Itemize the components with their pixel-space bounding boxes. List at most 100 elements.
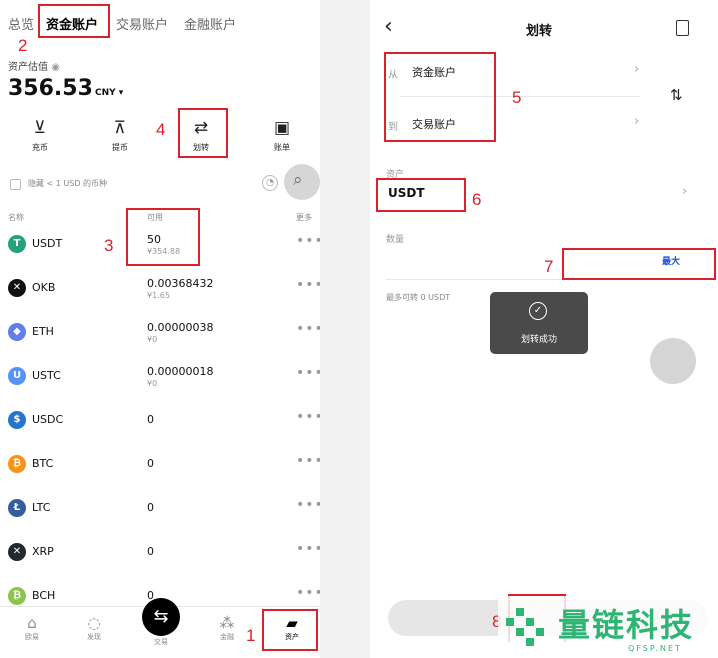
search-icon: ⌕ — [293, 170, 303, 190]
coin-icon: ✕ — [8, 279, 26, 297]
to-chevron-icon: › — [634, 114, 640, 129]
annotation-box-5 — [384, 52, 496, 142]
withdraw-button[interactable]: ⊼ 提币 — [90, 118, 150, 153]
coin-cny-value: ¥0 — [147, 335, 158, 344]
coin-symbol: XRP — [32, 545, 54, 558]
tab-finance-account[interactable]: 金融账户 — [184, 14, 236, 33]
max-transferable-text: 最多可转 0 USDT — [386, 293, 451, 302]
nav-home[interactable]: ⌂ 欧易 — [12, 614, 52, 642]
back-icon[interactable]: ‹ — [384, 14, 393, 39]
coin-available-amount: 0 — [147, 501, 154, 514]
quantity-label: 数量 — [386, 235, 405, 245]
watermark: 量链科技 QFSP.NET — [498, 596, 718, 658]
eye-icon[interactable]: ◉ — [51, 62, 60, 73]
nav-trade-label: 交易 — [154, 638, 168, 646]
coin-icon: Ł — [8, 499, 26, 517]
check-icon: ✓ — [529, 302, 547, 320]
coin-more-button[interactable]: ••• — [296, 277, 320, 293]
withdraw-label: 提币 — [112, 143, 128, 152]
upload-icon: ⊼ — [113, 118, 127, 138]
nav-discover[interactable]: ◌ 发现 — [74, 614, 114, 642]
asset-valuation-label: 资产估值 ◉ — [8, 58, 60, 73]
coin-symbol: LTC — [32, 501, 51, 514]
bill-label: 账单 — [274, 143, 290, 152]
tab-trading-account[interactable]: 交易账户 — [116, 14, 168, 33]
coin-symbol: BCH — [32, 589, 56, 602]
coin-more-button[interactable]: ••• — [296, 585, 320, 601]
coin-available-amount: 0 — [147, 545, 154, 558]
coin-icon: $ — [8, 411, 26, 429]
page-title: 划转 — [526, 24, 553, 39]
toast-text: 划转成功 — [520, 335, 557, 345]
nav-discover-label: 发现 — [87, 633, 101, 641]
bill-button[interactable]: ▣ 账单 — [252, 118, 312, 153]
coin-more-button[interactable]: ••• — [296, 365, 320, 381]
asset-valuation-text: 资产估值 — [8, 62, 48, 73]
panel-gap — [320, 0, 370, 658]
coin-cny-value: ¥0 — [147, 379, 158, 388]
coin-row[interactable]: ◆ ETH 0.00000038¥0 ••• — [0, 310, 320, 354]
annotation-box-6 — [376, 178, 466, 212]
coin-symbol: USTC — [32, 369, 61, 382]
floating-assist-button[interactable]: ⌕ — [284, 164, 320, 200]
watermark-text: 量链科技 — [558, 606, 695, 644]
coin-icon: ◆ — [8, 323, 26, 341]
coin-more-button[interactable]: ••• — [296, 541, 320, 557]
coin-row[interactable]: ✕ XRP 0 ••• — [0, 530, 320, 574]
annotation-number-5: 5 — [512, 88, 522, 107]
discover-icon: ◌ — [87, 614, 101, 632]
coin-available-amount: 0 — [147, 413, 154, 426]
swap-direction-icon[interactable]: ⇅ — [670, 86, 683, 104]
coin-icon: ₿ — [8, 587, 26, 605]
coin-more-button[interactable]: ••• — [296, 497, 320, 513]
coin-more-button[interactable]: ••• — [296, 409, 320, 425]
coin-symbol: OKB — [32, 281, 56, 294]
currency-selector[interactable]: CNY ▾ — [95, 88, 123, 98]
annotation-number-1: 1 — [246, 626, 256, 645]
deposit-button[interactable]: ⊻ 充币 — [10, 118, 70, 153]
coin-row[interactable]: ✕ OKB 0.00368432¥1.65 ••• — [0, 266, 320, 310]
bill-icon: ▣ — [273, 118, 291, 138]
tab-overview[interactable]: 总览 — [8, 14, 34, 33]
coin-available-amount: 0.00000018 — [147, 365, 214, 378]
coin-icon: U — [8, 367, 26, 385]
coin-symbol: USDT — [32, 237, 63, 250]
deposit-label: 充币 — [32, 143, 48, 152]
coin-icon: ₿ — [8, 455, 26, 473]
coin-icon: T — [8, 235, 26, 253]
annotation-number-2: 2 — [18, 36, 28, 55]
filter-icon[interactable]: ◔ — [262, 175, 278, 191]
trade-icon[interactable]: ⇆ — [142, 598, 180, 636]
annotation-box-2 — [38, 4, 110, 38]
nav-finance-label: 金融 — [220, 633, 234, 641]
coin-row[interactable]: Ł LTC 0 ••• — [0, 486, 320, 530]
coin-more-button[interactable]: ••• — [296, 233, 320, 249]
nav-home-label: 欧易 — [25, 633, 39, 641]
coin-more-button[interactable]: ••• — [296, 453, 320, 469]
coin-symbol: BTC — [32, 457, 54, 470]
watermark-site: QFSP.NET — [628, 644, 682, 653]
floating-assist-button-right[interactable] — [650, 338, 696, 384]
finance-icon: ⁂ — [219, 614, 235, 632]
nav-trade[interactable]: 交易 — [141, 637, 181, 647]
quantity-input[interactable] — [386, 250, 566, 272]
coin-row[interactable]: U USTC 0.00000018¥0 ••• — [0, 354, 320, 398]
coin-more-button[interactable]: ••• — [296, 321, 320, 337]
hide-small-checkbox[interactable] — [10, 179, 21, 190]
asset-chevron-icon: › — [682, 184, 688, 199]
watermark-logo — [506, 608, 544, 646]
annotation-number-6: 6 — [472, 190, 482, 209]
coin-row[interactable]: ₿ BTC 0 ••• — [0, 442, 320, 486]
success-toast: ✓ 划转成功 — [490, 292, 588, 354]
annotation-box-1 — [262, 609, 318, 651]
annotation-number-7: 7 — [544, 257, 554, 276]
coin-available-amount: 0 — [147, 457, 154, 470]
coin-row[interactable]: $ USDC 0 ••• — [0, 398, 320, 442]
from-chevron-icon: › — [634, 62, 640, 77]
record-icon[interactable] — [676, 20, 689, 36]
coin-available-amount: 0.00368432 — [147, 277, 214, 290]
annotation-box-4 — [178, 108, 228, 158]
nav-finance[interactable]: ⁂ 金融 — [207, 614, 247, 642]
annotation-box-3 — [126, 208, 200, 266]
coin-icon: ✕ — [8, 543, 26, 561]
